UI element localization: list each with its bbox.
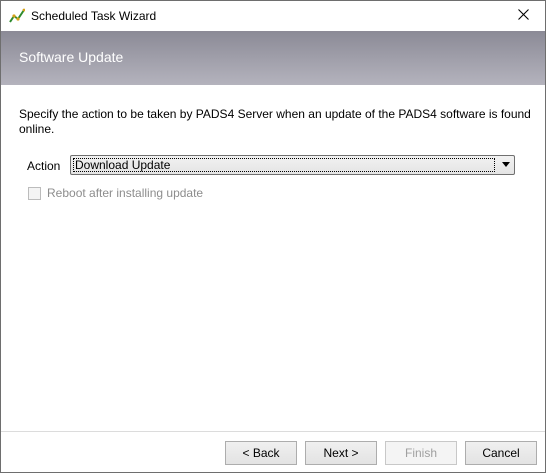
window-title: Scheduled Task Wizard — [31, 9, 157, 23]
reboot-option: Reboot after installing update — [28, 185, 203, 201]
reboot-checkbox — [28, 186, 41, 200]
finish-button: Finish — [385, 441, 457, 465]
page-title: Software Update — [19, 49, 124, 65]
chart-line-icon — [9, 8, 26, 24]
next-button[interactable]: Next > — [305, 441, 377, 465]
action-label: Action — [27, 159, 61, 173]
back-button[interactable]: < Back — [225, 441, 297, 465]
footer-divider — [1, 431, 545, 432]
wizard-window: Scheduled Task Wizard Software Update Sp… — [0, 0, 546, 473]
action-selected-value: Download Update — [75, 158, 171, 172]
title-bar[interactable]: Scheduled Task Wizard — [1, 1, 545, 31]
close-button[interactable] — [501, 1, 545, 31]
wizard-header-banner: Software Update — [1, 31, 545, 85]
action-dropdown[interactable]: Download Update — [70, 155, 515, 175]
chevron-down-icon — [502, 162, 510, 167]
reboot-label: Reboot after installing update — [47, 186, 204, 200]
cancel-button[interactable]: Cancel — [465, 441, 537, 465]
close-icon — [517, 9, 529, 23]
step-description: Specify the action to be taken by PADS4 … — [19, 107, 531, 136]
